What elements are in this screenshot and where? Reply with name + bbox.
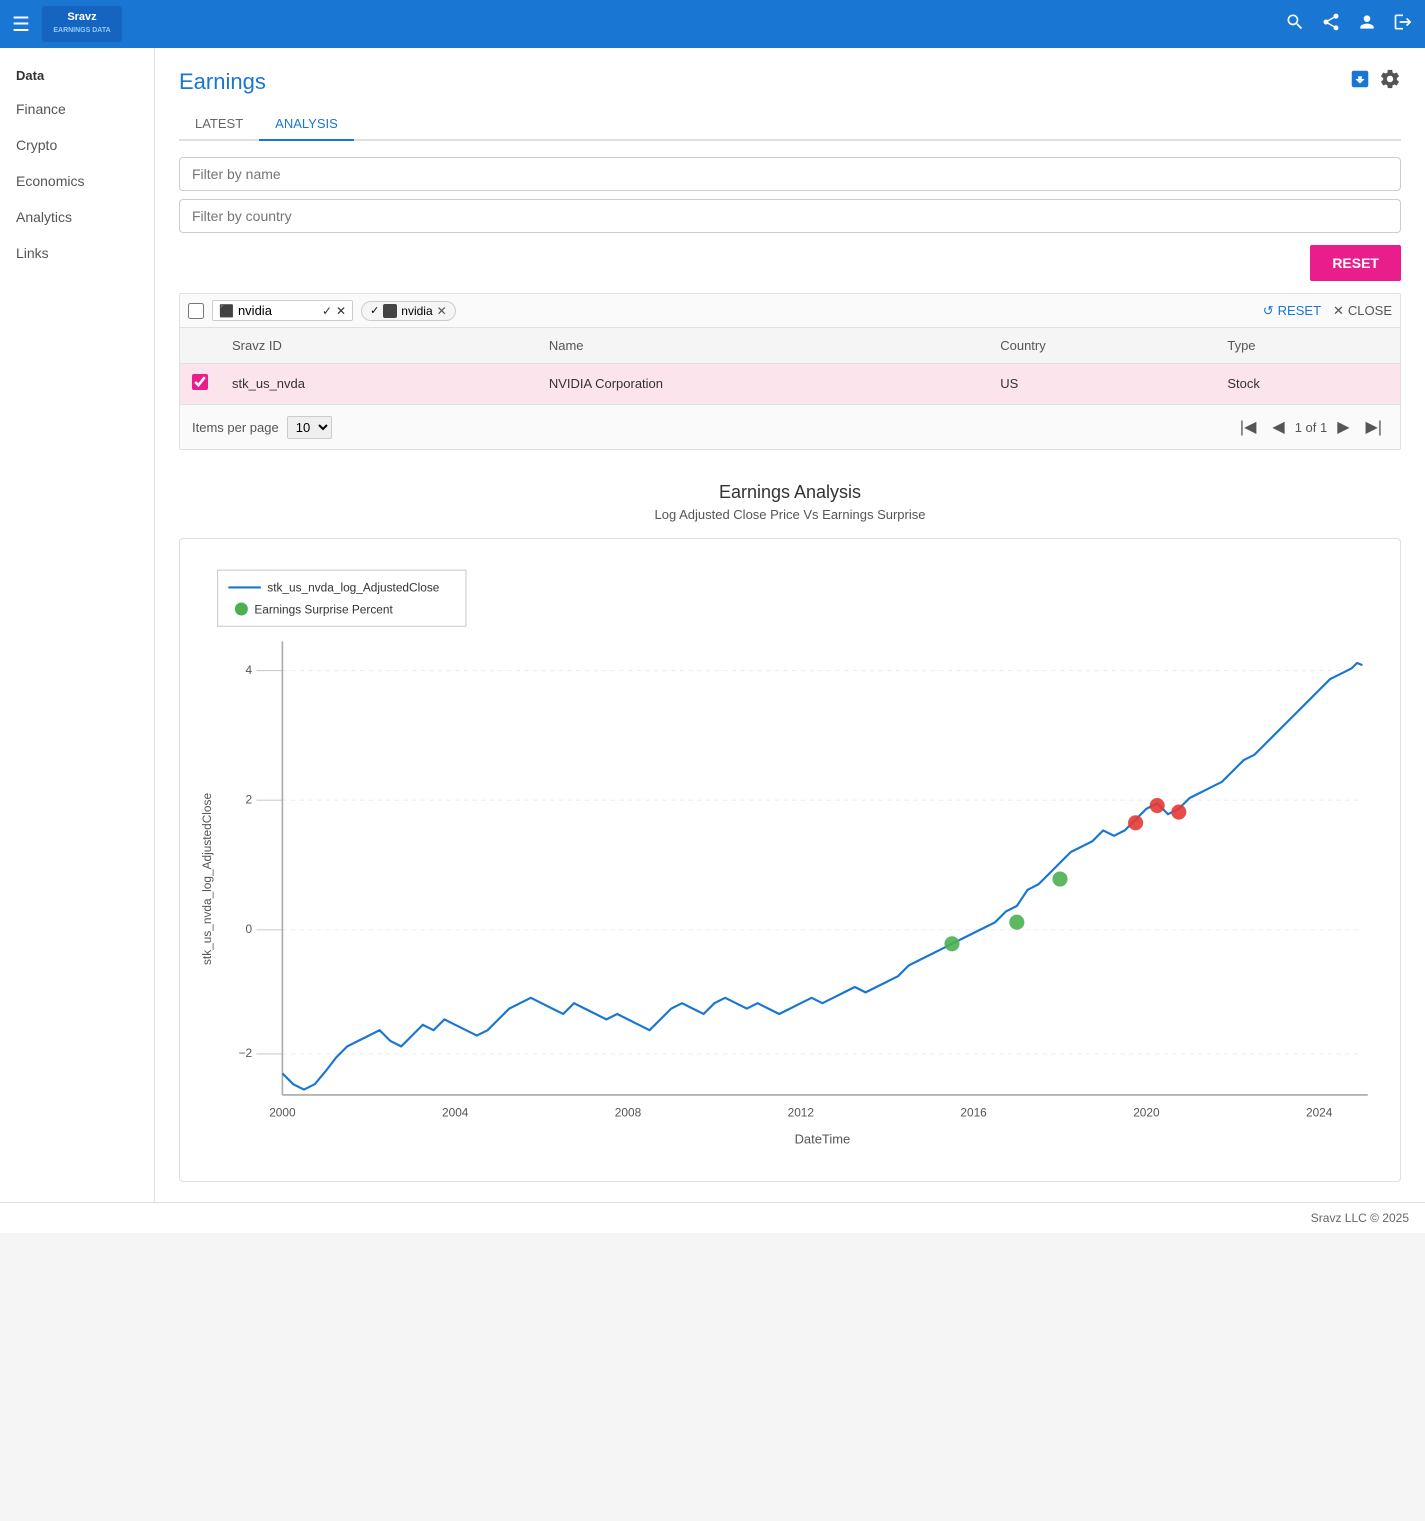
sidebar-item-analytics[interactable]: Analytics [0, 199, 154, 235]
hamburger-icon[interactable]: ☰ [12, 12, 30, 37]
chart-title: Earnings Analysis [179, 482, 1401, 503]
account-icon[interactable] [1357, 12, 1377, 37]
top-bar: ☰ Sravz EARNINGS DATA [0, 0, 1425, 48]
first-page-button[interactable]: |◀ [1234, 415, 1262, 439]
svg-text:2016: 2016 [960, 1106, 987, 1120]
table-filter-check-icon[interactable]: ✓ [322, 304, 332, 318]
filter-country-row [179, 199, 1401, 233]
page-header: Earnings [179, 68, 1401, 96]
chip-label: nvidia [401, 304, 432, 318]
footer-text: Sravz LLC © 2025 [1311, 1211, 1409, 1225]
pagination-nav: |◀ ◀ 1 of 1 ▶ ▶| [1234, 415, 1388, 439]
table-filter-input-wrap: ⬛ ✓ ✕ [212, 300, 353, 321]
svg-text:Earnings Surprise Percent: Earnings Surprise Percent [254, 602, 393, 616]
table-filter-clear-icon[interactable]: ✕ [336, 304, 346, 318]
table-col-checkbox [180, 328, 220, 364]
svg-text:2000: 2000 [269, 1106, 296, 1120]
row-name-cell: NVIDIA Corporation [537, 364, 988, 404]
data-table: ⬛ ✓ ✕ ✓ nvidia ✕ [179, 293, 1401, 450]
prev-page-button[interactable]: ◀ [1266, 415, 1290, 439]
sidebar-item-links[interactable]: Links [0, 235, 154, 271]
pagination-row: Items per page 10 25 50 |◀ ◀ 1 of 1 ▶ ▶| [180, 404, 1400, 449]
results-table: Sravz ID Name Country Type stk_us_nvda [180, 328, 1400, 404]
row-checkbox[interactable] [192, 374, 208, 390]
table-reset-button[interactable]: ↺ RESET [1263, 303, 1321, 319]
table-filter-icon: ⬛ [219, 304, 234, 318]
search-icon[interactable] [1285, 12, 1305, 37]
earnings-chart: stk_us_nvda_log_AdjustedClose Earnings S… [196, 555, 1384, 1160]
table-filter-row: ⬛ ✓ ✕ ✓ nvidia ✕ [180, 294, 1400, 328]
chip-check-icon: ✓ [370, 304, 379, 317]
page-header-icons [1349, 68, 1401, 96]
chip-close-button[interactable]: ✕ [437, 304, 447, 318]
svg-text:2004: 2004 [442, 1106, 469, 1120]
items-per-page-select[interactable]: 10 25 50 [287, 416, 332, 439]
table-filter-actions: ↺ RESET ✕ CLOSE [1263, 303, 1392, 319]
filter-name-input[interactable] [179, 157, 1401, 191]
svg-text:2020: 2020 [1133, 1106, 1160, 1120]
page-info: 1 of 1 [1295, 420, 1328, 435]
sidebar-title: Data [0, 60, 154, 91]
table-col-type: Type [1215, 328, 1400, 364]
page-title: Earnings [179, 69, 266, 95]
chart-section: Earnings Analysis Log Adjusted Close Pri… [179, 482, 1401, 1182]
svg-text:EARNINGS DATA: EARNINGS DATA [53, 27, 110, 34]
tab-latest[interactable]: LATEST [179, 108, 259, 141]
filter-name-row [179, 157, 1401, 191]
last-page-button[interactable]: ▶| [1360, 415, 1388, 439]
items-per-page-label: Items per page [192, 420, 279, 435]
table-close-button[interactable]: ✕ CLOSE [1333, 303, 1392, 319]
chart-subtitle: Log Adjusted Close Price Vs Earnings Sur… [179, 507, 1401, 522]
sidebar-item-economics[interactable]: Economics [0, 163, 154, 199]
table-reset-icon: ↺ [1263, 303, 1274, 319]
tab-analysis[interactable]: ANALYSIS [259, 108, 354, 141]
sidebar-item-finance[interactable]: Finance [0, 91, 154, 127]
logout-icon[interactable] [1393, 12, 1413, 37]
reset-button-row: RESET [179, 245, 1401, 281]
svg-text:−2: −2 [239, 1046, 253, 1060]
next-page-button[interactable]: ▶ [1331, 415, 1355, 439]
table-row-checkbox-all[interactable] [188, 303, 204, 319]
row-checkbox-cell[interactable] [180, 364, 220, 404]
filter-chip-nvidia: ✓ nvidia ✕ [361, 301, 456, 321]
top-bar-icons [1285, 12, 1413, 37]
row-type-cell: Stock [1215, 364, 1400, 404]
table-col-name: Name [537, 328, 988, 364]
svg-text:2024: 2024 [1306, 1106, 1333, 1120]
share-icon[interactable] [1321, 12, 1341, 37]
svg-text:2: 2 [246, 792, 253, 806]
table-filter-chip: ⬛ ✓ ✕ [212, 300, 353, 321]
table-col-id: Sravz ID [220, 328, 537, 364]
table-col-country: Country [988, 328, 1215, 364]
sidebar: Data Finance Crypto Economics Analytics … [0, 48, 155, 1202]
download-icon[interactable] [1349, 68, 1371, 96]
svg-text:DateTime: DateTime [795, 1132, 851, 1147]
chart-container: stk_us_nvda_log_AdjustedClose Earnings S… [179, 538, 1401, 1182]
sidebar-item-crypto[interactable]: Crypto [0, 127, 154, 163]
filter-country-input[interactable] [179, 199, 1401, 233]
svg-text:2008: 2008 [615, 1106, 642, 1120]
svg-text:2012: 2012 [788, 1106, 814, 1120]
tabs: LATEST ANALYSIS [179, 108, 1401, 141]
main-content: Earnings LATEST ANALYSIS [155, 48, 1425, 1202]
logo-image: Sravz EARNINGS DATA [42, 6, 122, 42]
reset-button[interactable]: RESET [1310, 245, 1401, 281]
svg-text:stk_us_nvda_log_AdjustedClose: stk_us_nvda_log_AdjustedClose [200, 793, 214, 965]
table-header-row: Sravz ID Name Country Type [180, 328, 1400, 364]
svg-text:Sravz: Sravz [67, 11, 97, 23]
svg-text:stk_us_nvda_log_AdjustedClose: stk_us_nvda_log_AdjustedClose [267, 581, 439, 595]
svg-text:4: 4 [246, 663, 253, 677]
table-row[interactable]: stk_us_nvda NVIDIA Corporation US Stock [180, 364, 1400, 404]
logo: Sravz EARNINGS DATA [42, 6, 122, 42]
table-filter-input[interactable] [238, 303, 318, 318]
svg-text:0: 0 [246, 922, 253, 936]
table-close-icon: ✕ [1333, 303, 1344, 319]
chart-wrap: stk_us_nvda_log_AdjustedClose Earnings S… [196, 555, 1384, 1165]
chip-type-icon [383, 304, 397, 318]
row-country-cell: US [988, 364, 1215, 404]
footer: Sravz LLC © 2025 [0, 1202, 1425, 1233]
row-id-cell: stk_us_nvda [220, 364, 537, 404]
settings-icon[interactable] [1379, 68, 1401, 96]
